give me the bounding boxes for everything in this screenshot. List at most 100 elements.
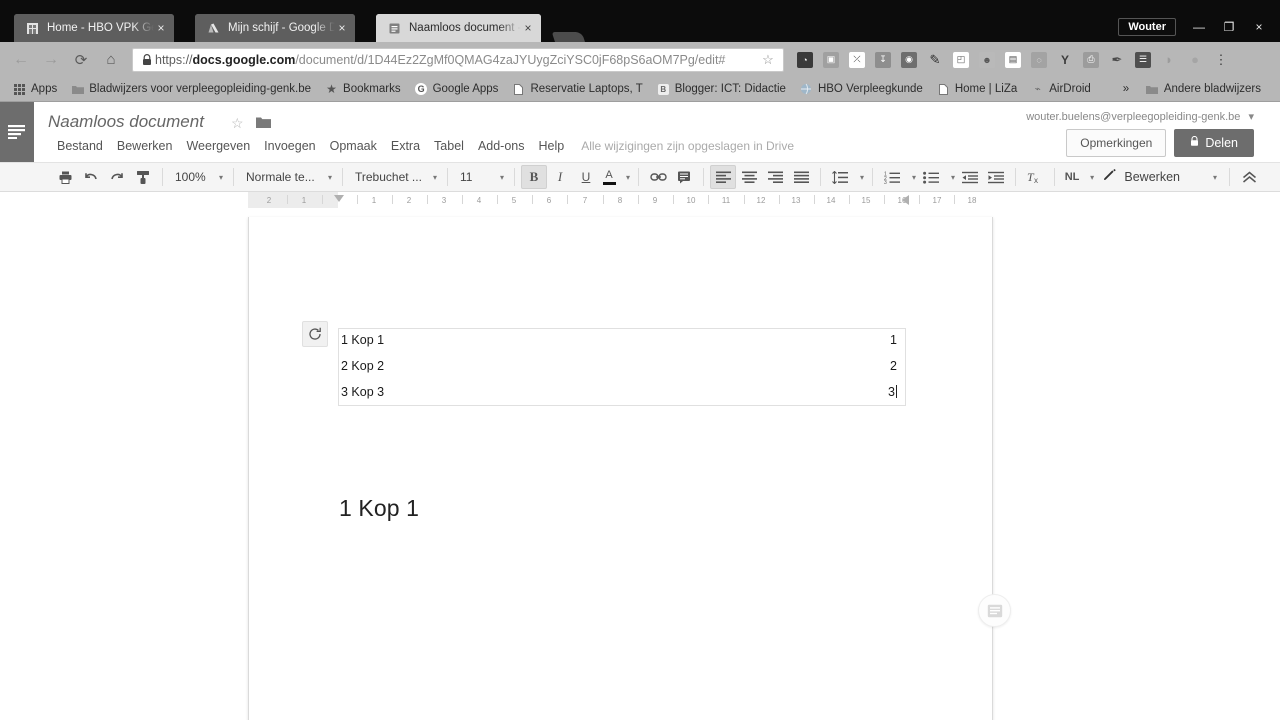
menu-opmaak[interactable]: Opmaak: [323, 137, 384, 155]
bookmark-andere-bladwijzers[interactable]: Andere bladwijzers: [1139, 79, 1268, 99]
download-extension-icon[interactable]: ↧: [870, 47, 896, 73]
chevron-down-icon[interactable]: ▾: [951, 173, 955, 182]
address-bar[interactable]: https://docs.google.com/document/d/1D44E…: [132, 47, 784, 72]
chevron-down-icon[interactable]: ▾: [912, 173, 916, 182]
bookmark-bladwijzers[interactable]: Bladwijzers voor verpleegopleiding-genk.…: [64, 79, 318, 99]
home-icon[interactable]: ⌂: [96, 46, 126, 74]
share-button[interactable]: Delen: [1174, 129, 1254, 157]
menu-extra[interactable]: Extra: [384, 137, 427, 155]
table-of-contents[interactable]: 1 Kop 1 1 2 Kop 2 2 3 Kop 3 3: [302, 321, 906, 406]
moon-extension-icon[interactable]: ◗: [1156, 47, 1182, 73]
menu-invoegen[interactable]: Invoegen: [257, 137, 322, 155]
bookmark-bookmarks[interactable]: ★ Bookmarks: [318, 79, 408, 99]
minimize-button[interactable]: —: [1184, 17, 1214, 37]
align-center-button[interactable]: [736, 165, 762, 189]
document-title[interactable]: Naamloos document: [48, 112, 204, 132]
book-extension-icon[interactable]: ▤: [1000, 47, 1026, 73]
undo-icon[interactable]: [78, 165, 104, 189]
bookmark-home-liza[interactable]: Home | LiZa: [930, 79, 1024, 99]
pen-extension-icon[interactable]: ✎: [922, 47, 948, 73]
decrease-indent-icon[interactable]: [957, 165, 983, 189]
forward-icon[interactable]: →: [36, 46, 66, 74]
numbered-list-icon[interactable]: 123: [879, 165, 905, 189]
tab-close-icon[interactable]: ×: [521, 21, 535, 35]
text-color-button[interactable]: A: [599, 165, 619, 189]
star-icon[interactable]: ☆: [231, 115, 244, 132]
maximize-button[interactable]: ❐: [1214, 17, 1244, 37]
document-heading[interactable]: 1 Kop 1: [339, 495, 419, 522]
font-size-dropdown[interactable]: 11 ▾: [454, 166, 508, 188]
profile-chip[interactable]: Wouter: [1118, 18, 1176, 36]
menu-addons[interactable]: Add-ons: [471, 137, 532, 155]
redo-icon[interactable]: [104, 165, 130, 189]
link-icon[interactable]: [645, 165, 671, 189]
account-email[interactable]: wouter.buelens@verpleegopleiding-genk.be…: [1026, 110, 1254, 123]
paint-format-icon[interactable]: [130, 165, 156, 189]
bookmark-apps[interactable]: Apps: [6, 79, 64, 99]
bookmark-blogger[interactable]: B Blogger: ICT: Didactie: [650, 79, 793, 99]
bookmark-overflow[interactable]: »: [1116, 79, 1136, 99]
ruler-track[interactable]: 2 1 1 2 3 4 5 6 7 8 9 10 11 12 13 14 15: [248, 192, 993, 208]
balloon-extension-icon[interactable]: ●: [1182, 47, 1208, 73]
close-button[interactable]: ×: [1244, 17, 1274, 37]
y-extension-icon[interactable]: Y: [1052, 47, 1078, 73]
film-extension-icon[interactable]: ☰: [1130, 47, 1156, 73]
chevron-down-icon[interactable]: ▾: [860, 173, 864, 182]
tab-close-icon[interactable]: ×: [335, 21, 349, 35]
location-pin-extension-icon[interactable]: ◉: [896, 47, 922, 73]
comments-button[interactable]: Opmerkingen: [1066, 129, 1167, 157]
collapse-ribbon-icon[interactable]: [1236, 165, 1262, 189]
input-tools-button[interactable]: NL: [1061, 165, 1083, 189]
speedometer-extension-icon[interactable]: ◔: [792, 47, 818, 73]
menu-weergeven[interactable]: Weergeven: [179, 137, 257, 155]
bookmark-reservatie[interactable]: Reservatie Laptops, T: [505, 79, 649, 99]
clear-formatting-icon[interactable]: Tx: [1022, 165, 1048, 189]
back-icon[interactable]: ←: [6, 46, 36, 74]
pocket-extension-icon[interactable]: ▣: [818, 47, 844, 73]
font-dropdown[interactable]: Trebuchet ... ▾: [349, 166, 441, 188]
bookmark-airdroid[interactable]: ⌁ AirDroid: [1024, 79, 1098, 99]
shuffle-extension-icon[interactable]: ⤫: [844, 47, 870, 73]
toc-entry[interactable]: 3 Kop 3 3: [339, 381, 905, 405]
chrome-menu-icon[interactable]: ⋮: [1208, 47, 1234, 73]
reload-icon[interactable]: ⟳: [66, 46, 96, 74]
eyedropper-extension-icon[interactable]: ✒: [1104, 47, 1130, 73]
document-outline-button[interactable]: [978, 594, 1011, 627]
increase-indent-icon[interactable]: [983, 165, 1009, 189]
left-indent-marker[interactable]: [334, 195, 344, 202]
paragraph-style-dropdown[interactable]: Normale te... ▾: [240, 166, 336, 188]
right-indent-marker[interactable]: [902, 195, 909, 205]
menu-help[interactable]: Help: [532, 137, 572, 155]
refresh-icon[interactable]: [302, 321, 328, 347]
folder-icon[interactable]: [256, 116, 271, 134]
toc-entry[interactable]: 2 Kop 2 2: [339, 351, 905, 381]
italic-button[interactable]: I: [547, 165, 573, 189]
underline-button[interactable]: U: [573, 165, 599, 189]
menu-bewerken[interactable]: Bewerken: [110, 137, 180, 155]
browser-tab-2[interactable]: Mijn schijf - Google Driv ×: [195, 14, 355, 42]
add-comment-icon[interactable]: [671, 165, 697, 189]
bookmark-hbo-verpleegkunde[interactable]: HBO Verpleegkunde: [793, 79, 930, 99]
tab-close-icon[interactable]: ×: [154, 21, 168, 35]
bold-button[interactable]: B: [521, 165, 547, 189]
toc-entry[interactable]: 1 Kop 1 1: [339, 329, 905, 351]
align-left-button[interactable]: [710, 165, 737, 189]
menu-bestand[interactable]: Bestand: [50, 137, 110, 155]
align-justify-button[interactable]: [788, 165, 814, 189]
bookmark-google-apps[interactable]: G Google Apps: [408, 79, 506, 99]
contact-extension-icon[interactable]: ☻: [974, 47, 1000, 73]
docs-logo-icon[interactable]: [0, 102, 34, 162]
document-page[interactable]: 1 Kop 1 1 2 Kop 2 2 3 Kop 3 3 1 Kop 1: [248, 217, 993, 720]
editing-mode-button[interactable]: Bewerken ▾: [1097, 168, 1223, 186]
align-right-button[interactable]: [762, 165, 788, 189]
menu-tabel[interactable]: Tabel: [427, 137, 471, 155]
bookmark-star-icon[interactable]: ☆: [759, 52, 777, 68]
compass-extension-icon[interactable]: ◌: [1026, 47, 1052, 73]
bulleted-list-icon[interactable]: [918, 165, 944, 189]
print-extension-icon[interactable]: ⎙: [1078, 47, 1104, 73]
print-icon[interactable]: [52, 165, 78, 189]
browser-tab-3[interactable]: Naamloos document - G ×: [376, 14, 541, 42]
line-spacing-icon[interactable]: [827, 165, 853, 189]
chevron-down-icon[interactable]: ▾: [626, 173, 630, 182]
zoom-dropdown[interactable]: 100% ▾: [169, 166, 227, 188]
